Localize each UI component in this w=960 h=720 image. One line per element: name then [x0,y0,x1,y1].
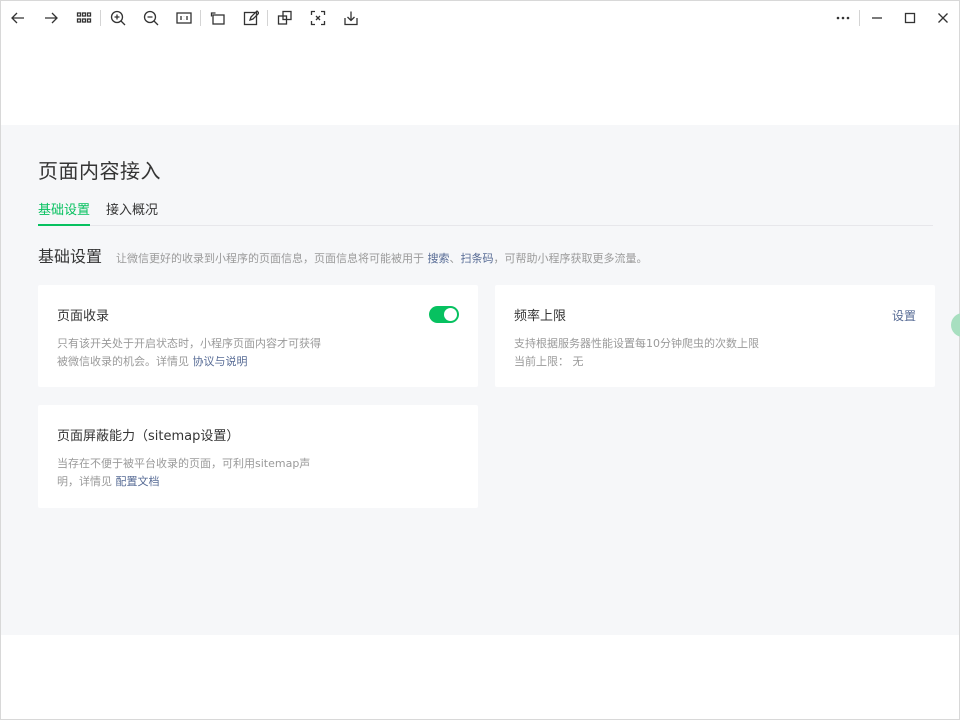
page-title: 页面内容接入 [38,159,161,183]
section-desc-separator: 、 [449,252,461,265]
minimize-icon[interactable] [860,1,893,34]
rotate-icon[interactable] [201,1,234,34]
tab-access-overview[interactable]: 接入概况 [106,201,158,226]
toolbar [1,1,959,34]
rate-limit-card: 频率上限 设置 支持根据服务器性能设置每10分钟爬虫的次数上限 当前上限： 无 [495,285,935,387]
section-description: 让微信更好的收录到小程序的页面信息，页面信息将可能被用于 搜索、扫条码，可帮助小… [116,250,648,266]
back-icon[interactable] [1,1,34,34]
download-icon[interactable] [334,1,367,34]
card-desc-line: 支持根据服务器性能设置每10分钟爬虫的次数上限 [514,337,759,350]
card-desc-line: 被微信收录的机会。详情见 协议与说明 [57,353,321,371]
card-desc-line: 只有该开关处于开启状态时，小程序页面内容才可获得 [57,337,321,350]
config-doc-link[interactable]: 配置文档 [116,475,160,488]
maximize-icon[interactable] [893,1,926,34]
actual-size-icon[interactable] [167,1,200,34]
copy-icon[interactable] [268,1,301,34]
card-desc-text: 被微信收录的机会。详情见 [57,355,189,368]
card-title: 页面收录 [57,309,110,324]
current-limit-value: 无 [572,355,584,368]
page-index-card: 页面收录 只有该开关处于开启状态时，小程序页面内容才可获得 被微信收录的机会。详… [38,285,478,387]
close-icon[interactable] [926,1,959,34]
toggle-knob [444,308,457,321]
card-desc-text: 明，详情见 [57,475,112,488]
card-description: 当存在不便于被平台收录的页面，可利用sitemap声 明，详情见 配置文档 [57,455,310,491]
card-title: 页面屏蔽能力（sitemap设置） [57,429,240,444]
card-description: 只有该开关处于开启状态时，小程序页面内容才可获得 被微信收录的机会。详情见 协议… [57,335,321,371]
rate-limit-settings-link[interactable]: 设置 [892,307,916,324]
crop-icon[interactable] [301,1,334,34]
agreement-link[interactable]: 协议与说明 [193,355,248,368]
zoom-in-icon[interactable] [101,1,134,34]
current-limit-label: 当前上限： [514,355,569,368]
card-description: 支持根据服务器性能设置每10分钟爬虫的次数上限 当前上限： 无 [514,335,759,371]
current-limit: 当前上限： 无 [514,353,759,371]
card-title: 频率上限 [514,309,567,324]
tab-bar: 基础设置 接入概况 [38,201,933,226]
section-desc-text: 让微信更好的收录到小程序的页面信息，页面信息将可能被用于 [116,252,425,265]
section-desc-suffix: ，可帮助小程序获取更多流量。 [493,252,648,265]
page-index-toggle[interactable] [429,306,459,323]
forward-icon[interactable] [34,1,67,34]
sitemap-card: 页面屏蔽能力（sitemap设置） 当存在不便于被平台收录的页面，可利用site… [38,405,478,508]
card-desc-line: 明，详情见 配置文档 [57,473,310,491]
page-content: 页面内容接入 基础设置 接入概况 基础设置 让微信更好的收录到小程序的页面信息，… [1,125,960,635]
section-header: 基础设置 让微信更好的收录到小程序的页面信息，页面信息将可能被用于 搜索、扫条码… [38,243,938,267]
more-icon[interactable] [826,1,859,34]
scan-code-link[interactable]: 扫条码 [461,252,494,265]
browser-window: 页面内容接入 基础设置 接入概况 基础设置 让微信更好的收录到小程序的页面信息，… [0,0,960,720]
edit-icon[interactable] [234,1,267,34]
tab-basic-settings[interactable]: 基础设置 [38,201,91,226]
search-link[interactable]: 搜索 [428,252,450,265]
grid-icon[interactable] [67,1,100,34]
side-panel-handle[interactable] [951,313,960,337]
zoom-out-icon[interactable] [134,1,167,34]
card-desc-line: 当存在不便于被平台收录的页面，可利用sitemap声 [57,457,311,470]
section-title: 基础设置 [38,247,103,266]
